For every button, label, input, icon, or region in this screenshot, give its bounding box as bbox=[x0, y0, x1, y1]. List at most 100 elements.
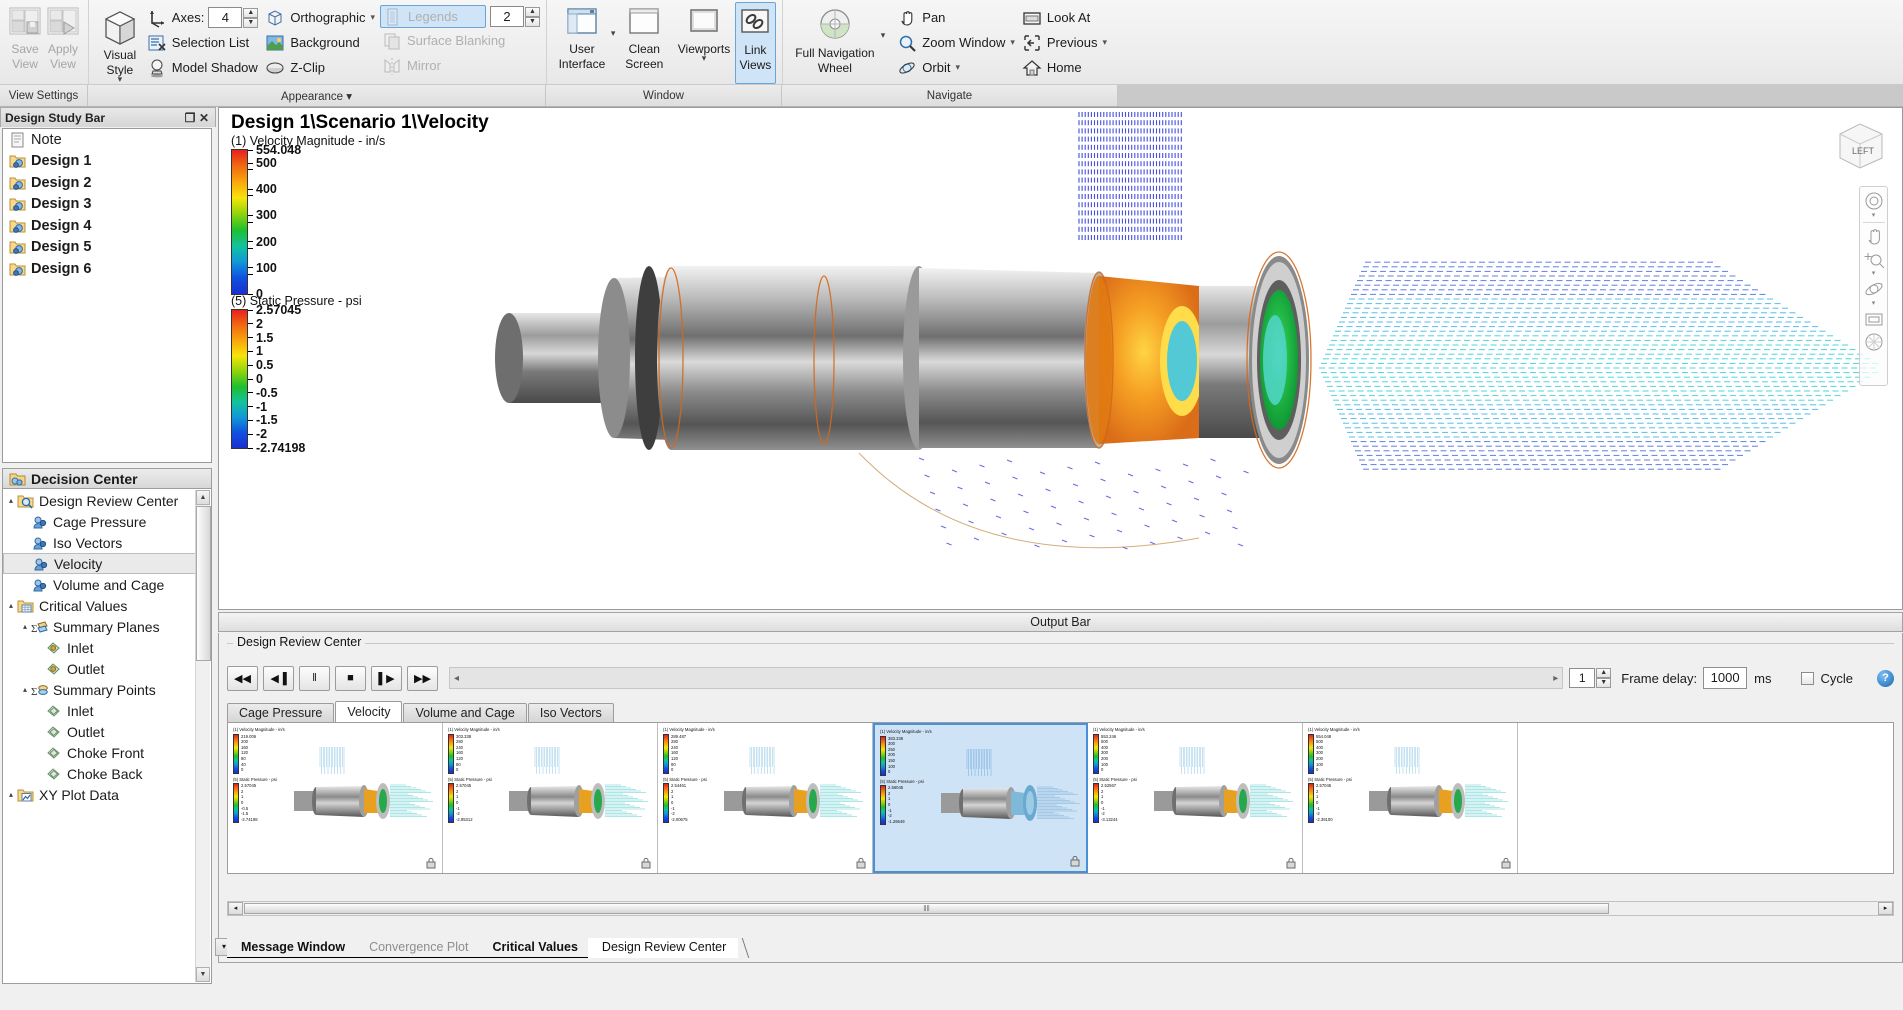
legends-spinner[interactable]: 2 ▲ ▼ bbox=[490, 6, 540, 27]
expander-icon[interactable]: ▴ bbox=[5, 601, 17, 610]
frame-delay-input[interactable]: 1000 bbox=[1703, 667, 1747, 689]
full-navigation-wheel-icon[interactable] bbox=[1863, 190, 1885, 212]
expander-icon[interactable]: ▴ bbox=[19, 622, 31, 631]
step-back-button[interactable]: ◀▐ bbox=[263, 666, 294, 691]
legends-spinner-up[interactable]: ▲ bbox=[525, 7, 540, 17]
group-label-appearance[interactable]: Appearance ▾ bbox=[88, 85, 546, 106]
decision-center-item-summary-planes[interactable]: ▴ΣSummary Planes bbox=[3, 616, 211, 637]
orbit-button[interactable]: Orbit ▾ bbox=[895, 55, 1020, 80]
pan-button[interactable]: Pan bbox=[895, 5, 1020, 30]
scroll-up-arrow[interactable]: ▲ bbox=[196, 490, 210, 505]
bottom-tabs[interactable]: ▾ Message WindowConvergence PlotCritical… bbox=[227, 936, 736, 958]
design-study-tree[interactable]: NoteDesign 1Design 2Design 3Design 4Desi… bbox=[2, 128, 212, 463]
axes-spinner[interactable]: 4 ▲ ▼ bbox=[208, 7, 258, 28]
design-study-item-design-2[interactable]: Design 2 bbox=[3, 172, 211, 194]
orbit-icon[interactable] bbox=[1863, 278, 1885, 300]
design-5-thumbnail[interactable]: (1) Velocity Magnitude - in/s553.2465004… bbox=[1088, 723, 1303, 873]
cfd-scene[interactable] bbox=[219, 108, 1903, 610]
design-study-item-design-1[interactable]: Design 1 bbox=[3, 151, 211, 173]
full-navigation-wheel-dropdown-arrow[interactable]: ▾ bbox=[881, 32, 886, 38]
scenario-tabs[interactable]: Cage PressureVelocityVolume and CageIso … bbox=[227, 701, 615, 722]
decision-center-item-outlet[interactable]: Outlet bbox=[3, 721, 211, 742]
close-icon[interactable]: ✕ bbox=[197, 111, 211, 125]
save-view-button[interactable]: Save View bbox=[6, 2, 44, 84]
stop-button[interactable]: ■ bbox=[335, 666, 366, 691]
view-cube[interactable]: LEFT bbox=[1832, 116, 1890, 174]
decision-center-item-critical-values[interactable]: ▴Critical Values bbox=[3, 595, 211, 616]
lock-icon[interactable] bbox=[1286, 857, 1296, 869]
decision-center-item-volume-and-cage[interactable]: Volume and Cage bbox=[3, 574, 211, 595]
thumbnail-filmstrip[interactable]: (1) Velocity Magnitude - in/s219.0062001… bbox=[227, 722, 1894, 874]
design-study-item-design-3[interactable]: Design 3 bbox=[3, 194, 211, 216]
bottom-tab-message-window[interactable]: Message Window bbox=[227, 938, 357, 958]
axes-value[interactable]: 4 bbox=[208, 7, 242, 28]
filmstrip-scroll-left[interactable]: ◂ bbox=[228, 902, 243, 915]
track-right-arrow[interactable]: ▸ bbox=[1553, 673, 1558, 684]
first-frame-button[interactable]: ◀◀ bbox=[227, 666, 258, 691]
link-views-button[interactable]: Link Views bbox=[735, 2, 776, 84]
look-at-button[interactable]: Look At bbox=[1020, 5, 1112, 30]
decision-center-item-design-review-center[interactable]: ▴Design Review Center bbox=[3, 490, 211, 511]
design-1-thumbnail[interactable]: (1) Velocity Magnitude - in/s219.0062001… bbox=[228, 723, 443, 873]
background-button[interactable]: Background bbox=[263, 30, 380, 55]
viewports-dropdown-arrow[interactable]: ▾ bbox=[702, 55, 707, 61]
scenario-tab-iso-vectors[interactable]: Iso Vectors bbox=[528, 703, 614, 722]
full-navigation-wheel-button[interactable]: Full Navigation Wheel bbox=[789, 2, 881, 84]
filmstrip-scroll-right[interactable]: ▸ bbox=[1878, 902, 1893, 915]
frame-number-value[interactable]: 1 bbox=[1569, 668, 1595, 688]
decision-center-item-choke-front[interactable]: Choke Front bbox=[3, 742, 211, 763]
axes-spinner-up[interactable]: ▲ bbox=[243, 8, 258, 18]
design-study-item-design-4[interactable]: Design 4 bbox=[3, 215, 211, 237]
design-2-thumbnail[interactable]: (1) Velocity Magnitude - in/s303.3382802… bbox=[443, 723, 658, 873]
z-clip-button[interactable]: Z-Clip bbox=[263, 55, 380, 80]
previous-button[interactable]: Previous ▾ bbox=[1020, 30, 1112, 55]
frame-number-spinner[interactable]: 1 ▲ ▼ bbox=[1569, 668, 1611, 688]
filmstrip-scrollbar[interactable]: ◂ ‖‖ ▸ bbox=[227, 901, 1894, 916]
decision-center-item-outlet[interactable]: Outlet bbox=[3, 658, 211, 679]
decision-center-tree[interactable]: ▴Design Review CenterCage PressureIso Ve… bbox=[2, 489, 212, 984]
step-forward-button[interactable]: ▌▶ bbox=[371, 666, 402, 691]
orbit-dropdown-arrow[interactable]: ▾ bbox=[1872, 301, 1876, 306]
lock-icon[interactable] bbox=[856, 857, 866, 869]
bottom-tab-design-review-center[interactable]: Design Review Center bbox=[588, 938, 738, 958]
design-4-thumbnail[interactable]: (1) Velocity Magnitude - in/s383.3383002… bbox=[873, 723, 1088, 873]
scrollbar-thumb[interactable] bbox=[196, 506, 211, 661]
decision-center-item-velocity[interactable]: Velocity bbox=[3, 553, 211, 574]
axes-spinner-down[interactable]: ▼ bbox=[243, 18, 258, 28]
scroll-down-arrow[interactable]: ▼ bbox=[196, 967, 210, 982]
orbit-caret[interactable]: ▾ bbox=[955, 62, 960, 73]
legends-spinner-down[interactable]: ▼ bbox=[525, 17, 540, 27]
mirror-button[interactable]: Mirror bbox=[380, 53, 540, 78]
navigation-bar[interactable]: ▾ ▾ ▾ bbox=[1859, 186, 1888, 386]
home-button[interactable]: Home bbox=[1020, 55, 1112, 80]
decision-center-item-cage-pressure[interactable]: Cage Pressure bbox=[3, 511, 211, 532]
bottom-tab-critical-values[interactable]: Critical Values bbox=[478, 938, 589, 958]
decision-center-header[interactable]: Decision Center bbox=[2, 468, 212, 489]
expander-icon[interactable]: ▴ bbox=[5, 496, 17, 505]
scenario-tab-cage-pressure[interactable]: Cage Pressure bbox=[227, 703, 334, 722]
expander-icon[interactable]: ▴ bbox=[5, 790, 17, 799]
lock-icon[interactable] bbox=[641, 857, 651, 869]
frame-track[interactable]: ◂ ▸ bbox=[449, 667, 1563, 689]
model-shadow-button[interactable]: Model Shadow bbox=[145, 55, 264, 80]
viewports-button[interactable]: Viewports ▾ bbox=[673, 2, 735, 84]
bottom-tab-convergence-plot[interactable]: Convergence Plot bbox=[355, 938, 480, 958]
zoom-window-button[interactable]: Zoom Window ▾ bbox=[895, 30, 1020, 55]
design-6-thumbnail[interactable]: (1) Velocity Magnitude - in/s554.0485004… bbox=[1303, 723, 1518, 873]
expander-icon[interactable]: ▴ bbox=[19, 685, 31, 694]
decision-center-item-xy-plot-data[interactable]: ▴XY Plot Data bbox=[3, 784, 211, 805]
last-frame-button[interactable]: ▶▶ bbox=[407, 666, 438, 691]
restore-icon[interactable]: ❐ bbox=[183, 111, 197, 125]
previous-caret[interactable]: ▾ bbox=[1102, 37, 1107, 48]
help-icon[interactable]: ? bbox=[1877, 670, 1894, 687]
design-study-item-note[interactable]: Note bbox=[3, 129, 211, 151]
nav-wheel-dropdown-arrow[interactable]: ▾ bbox=[1872, 213, 1876, 218]
look-at-icon[interactable] bbox=[1863, 308, 1885, 330]
decision-center-item-inlet[interactable]: Inlet bbox=[3, 637, 211, 658]
surface-blanking-button[interactable]: Surface Blanking bbox=[380, 28, 540, 53]
scenario-tab-volume-and-cage[interactable]: Volume and Cage bbox=[403, 703, 526, 722]
visual-style-dropdown-arrow[interactable]: ▾ bbox=[118, 76, 123, 82]
zoom-icon[interactable] bbox=[1863, 248, 1885, 270]
orthographic-caret[interactable]: ▾ bbox=[370, 12, 375, 23]
cycle-checkbox[interactable]: Cycle bbox=[1801, 671, 1853, 686]
